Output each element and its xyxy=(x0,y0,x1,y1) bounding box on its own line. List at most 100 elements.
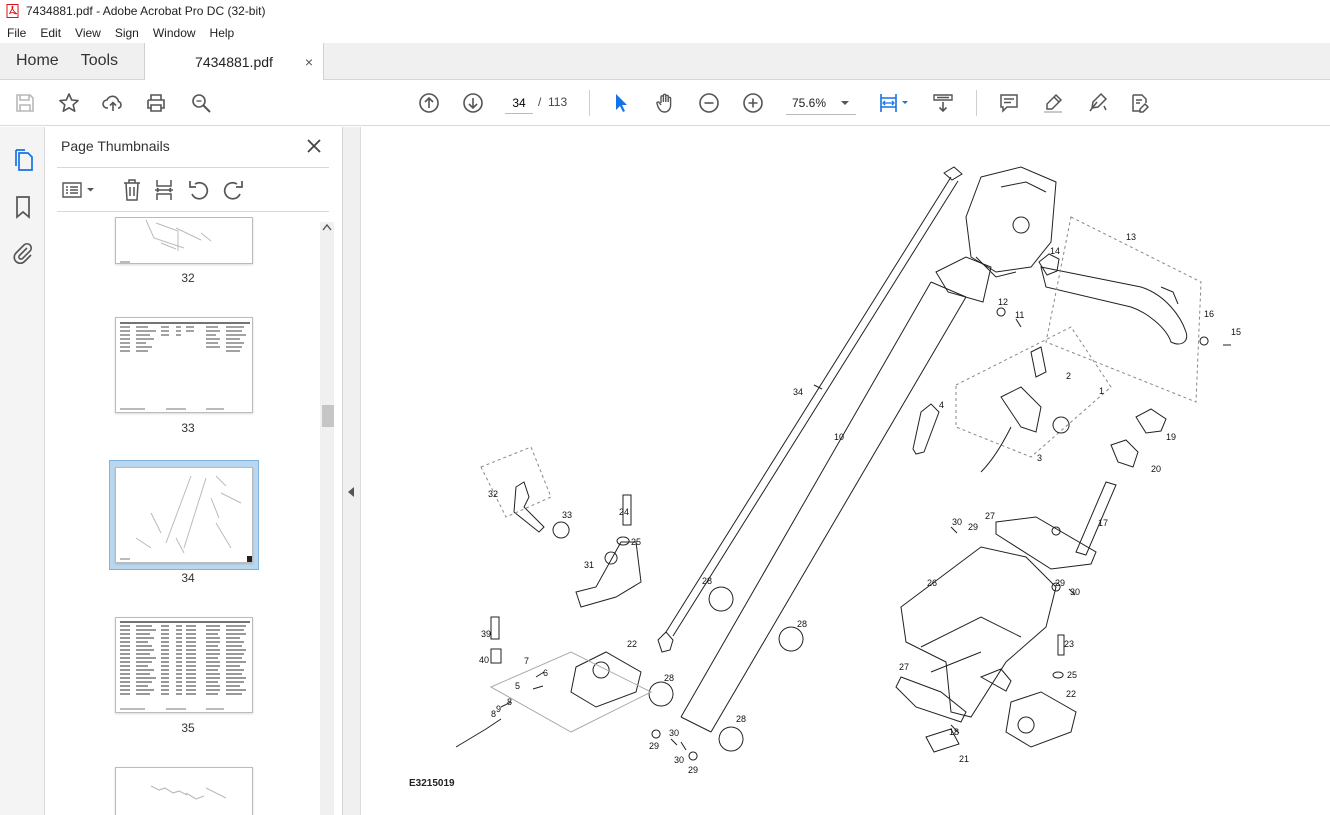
arrow-up-circle-icon xyxy=(419,93,439,113)
zoom-out-button[interactable] xyxy=(696,90,722,116)
close-panel-icon[interactable] xyxy=(303,135,325,157)
part-number-label: 28 xyxy=(797,619,807,629)
rail-attachments[interactable] xyxy=(9,239,37,267)
tab-document[interactable]: 7434881.pdf × xyxy=(144,43,325,80)
bookmark-icon xyxy=(16,196,30,219)
menu-help[interactable]: Help xyxy=(203,26,242,40)
arrow-down-circle-icon xyxy=(463,93,483,113)
thumbnail-list[interactable]: 32 33 34 35 xyxy=(57,217,319,815)
fit-page-icon xyxy=(880,94,908,112)
select-tool-button[interactable] xyxy=(608,90,634,116)
page-count: / 113 xyxy=(538,95,567,109)
part-number-label: 21 xyxy=(959,754,969,764)
part-number-label: 28 xyxy=(736,714,746,724)
window-title: 7434881.pdf - Adobe Acrobat Pro DC (32-b… xyxy=(26,4,266,18)
edit-document-icon xyxy=(1132,94,1150,113)
thumbnail-page-33[interactable] xyxy=(115,317,253,413)
part-number-label: 30 xyxy=(1070,587,1080,597)
part-number-label: 22 xyxy=(1066,689,1076,699)
menu-file[interactable]: File xyxy=(0,26,33,40)
panel-collapse-strip[interactable] xyxy=(343,127,361,815)
hand-tool-button[interactable] xyxy=(652,90,678,116)
menu-sign[interactable]: Sign xyxy=(108,26,146,40)
part-number-label: 14 xyxy=(1050,246,1060,256)
highlight-button[interactable] xyxy=(1040,90,1066,116)
insert-pages-button[interactable] xyxy=(153,177,175,203)
scrollbar-thumb[interactable] xyxy=(322,405,334,427)
tab-home[interactable]: Home xyxy=(0,43,75,79)
share-upload-button[interactable] xyxy=(100,90,126,116)
document-page[interactable]: 1 2 3 4 5 6 7 8 8 9 10 11 12 13 14 15 16 17 18 19 20 21 22 22 23… xyxy=(361,127,1330,815)
page-number-input[interactable] xyxy=(505,92,533,114)
part-number-label: 5 xyxy=(515,681,520,691)
part-number-label: 22 xyxy=(627,639,637,649)
previous-page-button[interactable] xyxy=(416,90,442,116)
part-number-label: 6 xyxy=(543,668,548,678)
rail-bookmarks[interactable] xyxy=(9,193,37,221)
menu-edit[interactable]: Edit xyxy=(33,26,68,40)
tab-close-icon[interactable]: × xyxy=(305,54,313,70)
thumbnail-page-34[interactable] xyxy=(115,467,253,563)
save-button[interactable] xyxy=(12,90,38,116)
part-number-label: 34 xyxy=(793,387,803,397)
collapse-left-icon[interactable] xyxy=(347,487,355,497)
rotate-right-button[interactable] xyxy=(221,177,245,203)
part-number-label: 8 xyxy=(507,697,512,707)
rotate-left-button[interactable] xyxy=(187,177,211,203)
part-number-label: 9 xyxy=(496,704,501,714)
draw-button[interactable] xyxy=(1084,90,1110,116)
part-number-label: 30 xyxy=(674,755,684,765)
zoom-in-button[interactable] xyxy=(740,90,766,116)
scroll-mode-button[interactable] xyxy=(930,90,956,116)
thumbnail-table xyxy=(120,322,250,410)
rail-page-thumbnails[interactable] xyxy=(9,146,37,174)
thumbnail-label: 34 xyxy=(181,571,195,585)
part-number-label: 23 xyxy=(1064,639,1074,649)
thumbnail-options-button[interactable] xyxy=(61,177,97,203)
print-button[interactable] xyxy=(143,90,169,116)
part-number-label: 1 xyxy=(1099,386,1104,396)
thumbnail-label: 33 xyxy=(181,421,195,435)
thumbnail-scrollbar[interactable] xyxy=(320,222,334,815)
comment-icon xyxy=(1000,94,1018,113)
part-number-label: 24 xyxy=(619,507,629,517)
menu-window[interactable]: Window xyxy=(146,26,203,40)
comment-button[interactable] xyxy=(996,90,1022,116)
minus-circle-icon xyxy=(699,93,719,113)
part-number-label: 19 xyxy=(1166,432,1176,442)
part-number-label: 3 xyxy=(1037,453,1042,463)
tab-bar: Home Tools 7434881.pdf × xyxy=(0,43,1330,80)
edit-pdf-button[interactable] xyxy=(1127,90,1153,116)
part-number-label: 15 xyxy=(1231,327,1241,337)
next-page-button[interactable] xyxy=(460,90,486,116)
scroll-up-icon[interactable] xyxy=(322,223,332,231)
thumbnail-page-32[interactable] xyxy=(115,217,253,264)
thumbnail-page-35[interactable] xyxy=(115,617,253,713)
part-number-label: 18 xyxy=(949,727,959,737)
star-icon xyxy=(59,93,79,112)
menu-view[interactable]: View xyxy=(68,26,108,40)
page-separator: / xyxy=(538,95,542,109)
find-button[interactable] xyxy=(188,90,214,116)
page-display-button[interactable] xyxy=(876,90,912,116)
part-number-label: 28 xyxy=(702,576,712,586)
delete-pages-button[interactable] xyxy=(121,177,143,203)
part-number-label: 29 xyxy=(649,741,659,751)
part-number-label: 16 xyxy=(1204,309,1214,319)
exploded-parts-drawing: 1234567889101112131415161718192021222223… xyxy=(455,166,1241,775)
zoom-level-select[interactable]: 75.6% xyxy=(786,91,856,115)
page-thumbnails-panel: Page Thumbnails 32 33 34 35 xyxy=(45,127,343,815)
plus-circle-icon xyxy=(743,93,763,113)
thumbnail-drawing xyxy=(120,475,252,562)
pen-nib-icon xyxy=(1089,92,1108,112)
thumbnail-page-36[interactable] xyxy=(115,767,253,815)
tab-tools[interactable]: Tools xyxy=(75,43,134,79)
part-number-label: 17 xyxy=(1098,518,1108,528)
part-number-label: 33 xyxy=(562,510,572,520)
pdf-app-icon xyxy=(6,4,19,18)
tab-document-label: 7434881.pdf xyxy=(195,53,273,70)
panel-divider-2 xyxy=(57,211,329,212)
bookmark-star-button[interactable] xyxy=(56,90,82,116)
figure-code: E3215019 xyxy=(409,778,455,789)
part-number-label: 26 xyxy=(927,578,937,588)
